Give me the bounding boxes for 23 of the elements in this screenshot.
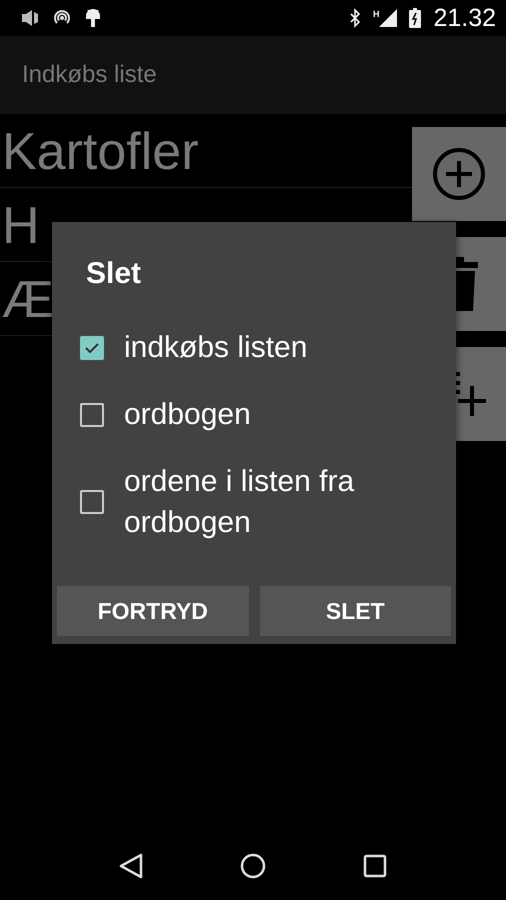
recents-icon <box>363 854 388 878</box>
network-type-label: H <box>372 9 380 19</box>
clock-time: 21.32 <box>433 4 496 32</box>
checkbox[interactable] <box>80 490 104 514</box>
plus-circle-button[interactable] <box>412 127 506 221</box>
option-label: ordbogen <box>124 397 251 433</box>
option-label: ordene i listen fra ordbogen <box>124 464 356 541</box>
option-label: indkøbs listen <box>124 330 308 366</box>
dialog-button[interactable]: SLET <box>260 586 451 636</box>
trash-icon <box>456 257 478 311</box>
home-icon <box>240 853 266 879</box>
checkbox[interactable] <box>80 336 104 360</box>
checkbox[interactable] <box>80 402 104 426</box>
app-title: Indkøbs liste <box>22 61 157 89</box>
signal-icon <box>379 9 398 27</box>
bluetooth-icon <box>348 8 361 28</box>
battery-icon <box>409 8 422 28</box>
dialog-title: Slet <box>85 256 142 292</box>
speaker-icon <box>20 8 40 28</box>
plus-circle-icon <box>431 146 487 202</box>
list-add-icon <box>456 372 486 416</box>
dialog-button[interactable]: FORTRYD <box>57 586 248 636</box>
back-icon <box>118 853 143 879</box>
